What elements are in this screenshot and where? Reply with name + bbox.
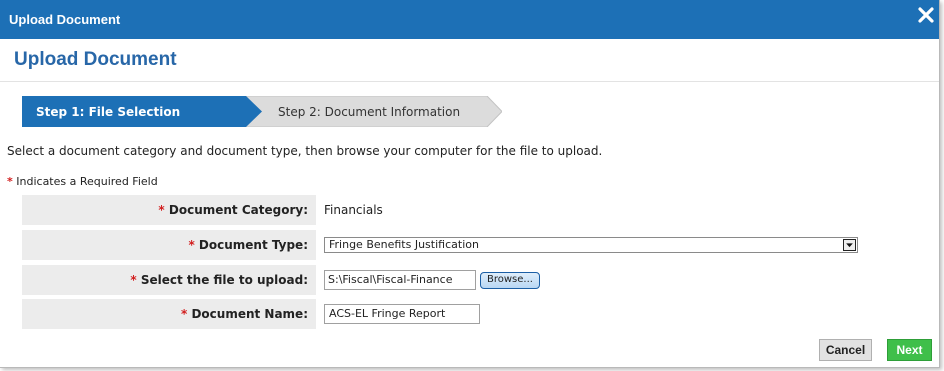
file-path-input[interactable]: S:\Fiscal\Fiscal-Finance — [324, 270, 476, 290]
close-icon[interactable] — [918, 7, 934, 23]
required-field-note: * Indicates a Required Field — [7, 175, 158, 188]
form-row-file-upload: * Select the file to upload: S:\Fiscal\F… — [22, 265, 822, 295]
page-title: Upload Document — [0, 39, 939, 82]
step-label: Step 2: Document Information — [278, 104, 461, 119]
dialog-titlebar: Upload Document — [0, 0, 939, 39]
dialog-title: Upload Document — [9, 12, 121, 27]
document-name-field: ACS-EL Fringe Report — [324, 299, 480, 329]
next-button[interactable]: Next — [887, 339, 932, 361]
label-text: Document Type: — [198, 238, 308, 252]
label-text: Document Name: — [191, 307, 308, 321]
chevron-down-icon[interactable] — [843, 239, 856, 251]
label-text: Select the file to upload: — [140, 273, 308, 287]
step-label: Step 1: File Selection — [36, 104, 181, 119]
document-name-label: * Document Name: — [22, 299, 316, 329]
file-upload-field: S:\Fiscal\Fiscal-Finance Browse... — [324, 265, 540, 295]
wizard-steps: Step 2: Document Information Step 1: Fil… — [22, 96, 502, 127]
step-file-selection: Step 1: File Selection — [22, 96, 262, 127]
document-name-input[interactable]: ACS-EL Fringe Report — [324, 304, 480, 324]
label-text: Document Category: — [168, 203, 308, 217]
form-row-document-type: * Document Type: Fringe Benefits Justifi… — [22, 230, 858, 260]
form-row-document-category: * Document Category: Financials — [22, 195, 822, 225]
required-star: * — [7, 175, 13, 188]
document-category-label: * Document Category: — [22, 195, 316, 225]
required-star: * — [180, 307, 188, 321]
required-star: * — [130, 273, 137, 287]
document-type-field: Fringe Benefits Justification — [324, 230, 858, 260]
browse-button[interactable]: Browse... — [480, 271, 540, 289]
required-star: * — [188, 238, 195, 252]
file-upload-label: * Select the file to upload: — [22, 265, 316, 295]
selected-value: Fringe Benefits Justification — [329, 238, 479, 251]
document-type-label: * Document Type: — [22, 230, 316, 260]
required-star: * — [158, 203, 165, 217]
form-row-document-name: * Document Name: ACS-EL Fringe Report — [22, 299, 822, 329]
document-category-value: Financials — [324, 203, 383, 217]
step-document-information: Step 2: Document Information — [242, 96, 502, 127]
document-type-select[interactable]: Fringe Benefits Justification — [324, 237, 858, 253]
upload-document-dialog: Upload Document Upload Document Step 2: … — [0, 0, 940, 368]
cancel-button[interactable]: Cancel — [819, 339, 872, 361]
instruction-text: Select a document category and document … — [7, 144, 603, 158]
required-note-text: Indicates a Required Field — [16, 175, 158, 188]
